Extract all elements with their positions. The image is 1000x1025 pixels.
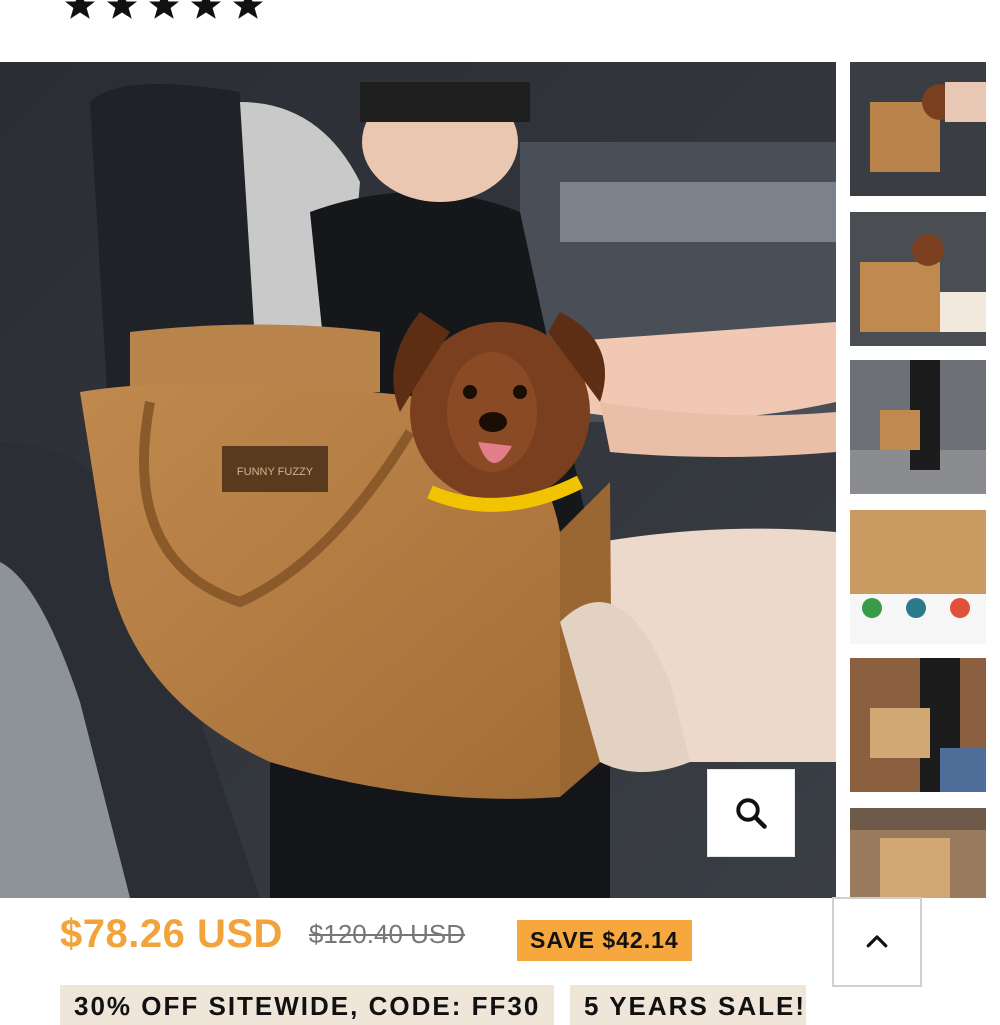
bag-brand-tag: FUNNY FUZZY	[237, 466, 314, 478]
back-to-top-button[interactable]	[832, 897, 922, 987]
star-icon	[233, 0, 263, 19]
star-icon	[65, 0, 95, 19]
rating-stars	[62, 0, 266, 24]
thumbnail-2[interactable]	[850, 212, 986, 346]
thumbnail-3[interactable]	[850, 360, 986, 494]
thumbnail-6[interactable]	[850, 808, 986, 898]
star-icon	[107, 0, 137, 19]
save-badge: SAVE $42.14	[517, 920, 692, 961]
promo-banner-sitewide[interactable]: 30% OFF SITEWIDE, CODE: FF30	[60, 985, 554, 1025]
thumbnail-5[interactable]	[850, 658, 986, 792]
compare-price: $120.40 USD	[308, 919, 466, 949]
sale-price: $78.26 USD	[60, 912, 283, 956]
chevron-up-icon	[866, 935, 888, 948]
star-icon	[149, 0, 179, 19]
zoom-button[interactable]	[708, 770, 794, 856]
search-icon	[736, 798, 767, 829]
price-row: $78.26 USD $120.40 USD	[60, 912, 465, 957]
star-icon	[191, 0, 221, 19]
thumbnail-4[interactable]	[850, 510, 986, 644]
thumbnail-1[interactable]	[850, 62, 986, 196]
promo-banner-anniversary[interactable]: 5 YEARS SALE!	[570, 985, 806, 1025]
